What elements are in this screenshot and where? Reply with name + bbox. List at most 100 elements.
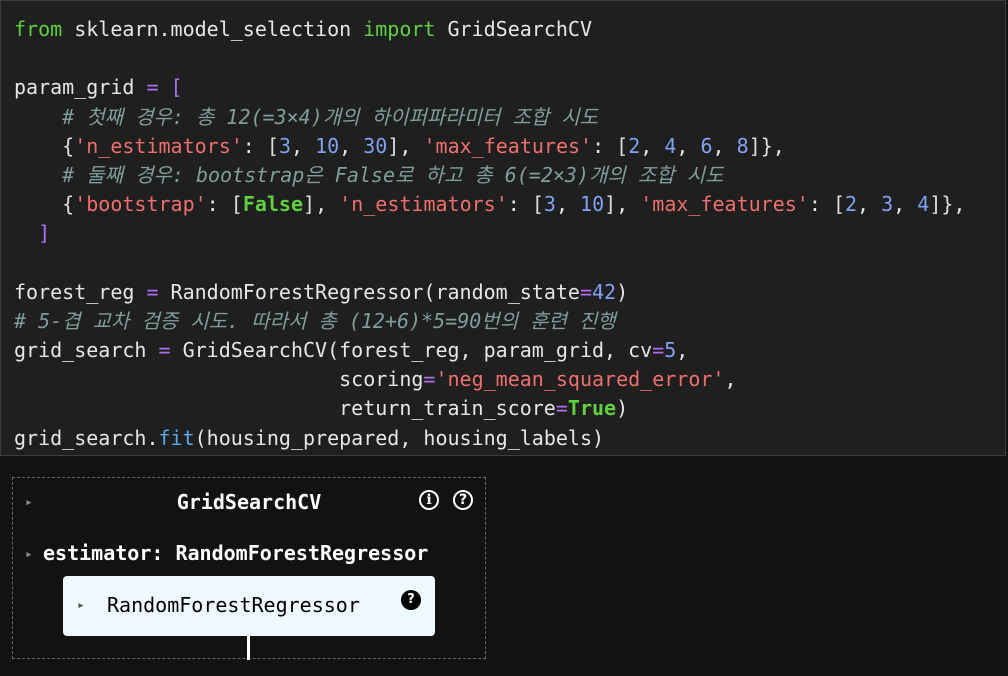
- code-token: 4: [917, 192, 930, 217]
- code-token: =: [146, 75, 159, 100]
- code-line: from sklearn.model_selection import Grid…: [14, 15, 965, 44]
- random-forest-label: RandomForestRegressor: [107, 593, 360, 617]
- code-line: scoring='neg_mean_squared_error',: [14, 365, 965, 394]
- code-token: RandomForestRegressor(random_state: [158, 279, 580, 304]
- code-token: :: [808, 192, 833, 217]
- code-token: [: [266, 133, 279, 158]
- code-token: ]: [604, 192, 617, 217]
- code-token: 10: [315, 133, 340, 158]
- code-line: {'n_estimators': [3, 10, 30], 'max_featu…: [14, 132, 965, 161]
- code-token: ,: [893, 192, 918, 217]
- code-token: grid_search.: [14, 425, 159, 450]
- code-token: {: [62, 133, 75, 158]
- code-line: param_grid = [: [14, 73, 965, 102]
- gridsearch-widget: ▸ GridSearchCV i ? ▸ estimator: RandomFo…: [12, 477, 486, 660]
- code-token: 42: [591, 279, 617, 304]
- code-token: :: [206, 192, 231, 217]
- code-token: param_grid: [14, 75, 147, 100]
- code-token: ,: [555, 192, 581, 217]
- code-token: ,: [290, 133, 316, 158]
- code-token: [: [170, 75, 183, 100]
- code-token: ]: [748, 133, 761, 158]
- code-token: [: [230, 192, 243, 217]
- code-token: 'n_estimators': [74, 133, 243, 158]
- code-token: 8: [736, 133, 749, 158]
- code-line: grid_search = GridSearchCV(forest_reg, p…: [14, 336, 965, 365]
- code-token: ,: [315, 192, 340, 217]
- code-token: 'bootstrap': [74, 192, 207, 217]
- code-token: 3: [278, 133, 291, 158]
- code-token: ,: [640, 133, 665, 158]
- code-token: True: [567, 396, 617, 421]
- code-token: # 둘째 경우: bootstrap은 False로 하고 총 6(=2×3)개…: [62, 162, 724, 187]
- random-forest-expand-icon[interactable]: ▸: [77, 598, 85, 613]
- estimator-expand-icon[interactable]: ▸: [25, 547, 33, 562]
- code-token: ,: [772, 133, 785, 158]
- code-token: False: [242, 192, 304, 217]
- code-line: forest_reg = RandomForestRegressor(rando…: [14, 278, 965, 307]
- code-token: [: [616, 133, 629, 158]
- code-token: :: [242, 133, 267, 158]
- code-token: :: [592, 133, 617, 158]
- code-token: ): [616, 396, 629, 421]
- code-token: from: [14, 17, 63, 41]
- code-line: {'bootstrap': [False], 'n_estimators': […: [14, 190, 965, 219]
- code-token: 2: [844, 192, 858, 217]
- code-token: (housing_prepared, housing_labels): [194, 425, 605, 450]
- estimator-row[interactable]: ▸ estimator: RandomForestRegressor: [13, 538, 485, 568]
- code-token: ,: [857, 192, 882, 217]
- code-token: grid_search: [14, 338, 159, 363]
- code-token: return_train_score: [14, 396, 556, 421]
- code-token: 4: [664, 133, 677, 158]
- code-token: =: [555, 396, 568, 421]
- code-token: 6: [700, 133, 713, 158]
- code-token: [: [531, 192, 544, 217]
- code-token: 'n_estimators': [339, 192, 508, 217]
- code-token: forest_reg: [14, 279, 147, 304]
- random-forest-estimator-box[interactable]: ▸ RandomForestRegressor ?: [63, 576, 435, 636]
- code-token: scoring: [14, 367, 424, 392]
- code-token: ): [616, 279, 629, 304]
- code-token: :: [507, 192, 532, 217]
- code-token: 2: [628, 133, 641, 158]
- code-token: {: [62, 192, 75, 217]
- output-area: ▸ GridSearchCV i ? ▸ estimator: RandomFo…: [0, 456, 1008, 676]
- code-token: 'max_features': [640, 192, 809, 217]
- code-cell[interactable]: from sklearn.model_selection import Grid…: [0, 0, 1006, 456]
- random-forest-help-icon[interactable]: ?: [401, 590, 421, 610]
- code-editor[interactable]: from sklearn.model_selection import Grid…: [14, 15, 965, 453]
- code-token: ]: [387, 133, 400, 158]
- tree-connector-line: [247, 636, 250, 660]
- gridsearch-header[interactable]: ▸ GridSearchCV i ?: [13, 478, 485, 526]
- code-line: # 5-겹 교차 검증 시도. 따라서 총 (12+6)*5=90번의 훈련 진…: [14, 307, 965, 336]
- code-token: ,: [676, 133, 701, 158]
- code-token: ,: [616, 192, 641, 217]
- code-token: =: [423, 367, 436, 392]
- code-token: 'neg_mean_squared_error': [435, 367, 725, 392]
- code-token: import: [363, 17, 436, 41]
- code-line: ]: [14, 219, 965, 248]
- code-token: ,: [339, 133, 364, 158]
- code-token: ,: [953, 192, 966, 217]
- code-token: ]: [929, 192, 942, 217]
- code-token: }: [941, 192, 954, 217]
- info-icon[interactable]: i: [419, 490, 439, 510]
- code-line: # 첫째 경우: 총 12(=3×4)개의 하이퍼파라미터 조합 시도: [14, 103, 965, 132]
- code-token: }: [760, 133, 773, 158]
- code-token: # 첫째 경우: 총 12(=3×4)개의 하이퍼파라미터 조합 시도: [62, 104, 599, 129]
- help-icon[interactable]: ?: [453, 490, 473, 510]
- code-token: ,: [724, 367, 737, 392]
- code-token: 10: [580, 192, 605, 217]
- code-line: # 둘째 경우: bootstrap은 False로 하고 총 6(=2×3)개…: [14, 161, 965, 190]
- estimator-label: estimator: RandomForestRegressor: [43, 541, 429, 565]
- code-token: ,: [676, 338, 689, 363]
- code-token: fit: [158, 425, 195, 450]
- code-token: 30: [363, 133, 388, 158]
- code-token: ,: [399, 133, 424, 158]
